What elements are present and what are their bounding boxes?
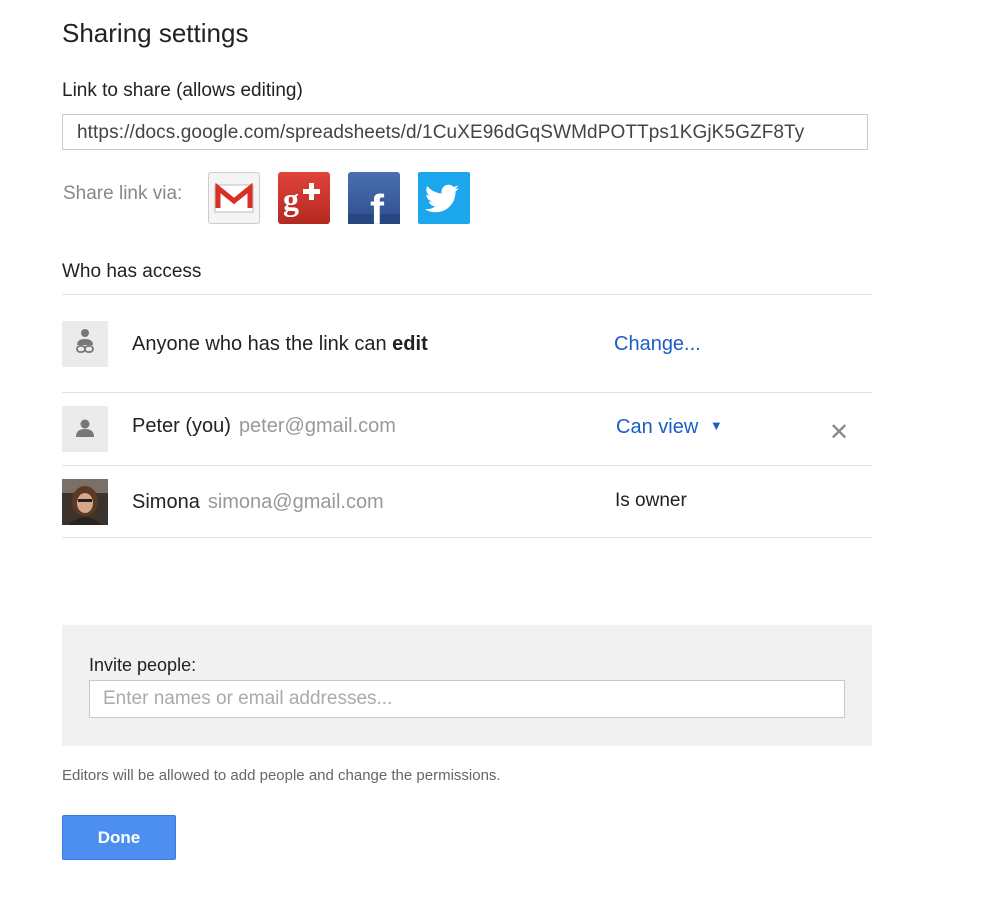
divider xyxy=(62,294,872,295)
remove-person-icon[interactable]: ✕ xyxy=(829,418,849,447)
svg-text:g: g xyxy=(283,181,299,217)
avatar xyxy=(62,479,108,525)
google-plus-icon[interactable]: g xyxy=(278,172,330,224)
owner-label: Is owner xyxy=(615,490,687,511)
permissions-note: Editors will be allowed to add people an… xyxy=(62,767,501,784)
person-email: simona@gmail.com xyxy=(207,491,384,513)
permission-label: Can view xyxy=(616,416,699,438)
permission-dropdown[interactable]: Can view ▼ xyxy=(616,416,723,439)
facebook-icon[interactable]: f xyxy=(348,172,400,233)
share-via-label: Share link via: xyxy=(63,183,183,204)
link-access-text: Anyone who has the link can edit xyxy=(132,333,428,356)
invite-label: Invite people: xyxy=(89,655,197,675)
person-name: Peter (you) xyxy=(132,415,231,437)
person-row-simona: Simona simona@gmail.com xyxy=(132,491,384,514)
caret-down-icon: ▼ xyxy=(709,418,723,433)
gmail-icon[interactable] xyxy=(208,172,260,224)
link-label: Link to share (allows editing) xyxy=(62,80,303,101)
svg-text:f: f xyxy=(370,186,385,224)
person-row-peter: Peter (you) peter@gmail.com xyxy=(132,415,396,438)
done-button[interactable]: Done xyxy=(62,815,176,860)
divider xyxy=(62,392,872,393)
link-access-level: edit xyxy=(392,333,428,355)
change-link-access-button[interactable]: Change... xyxy=(614,333,701,356)
dialog-title: Sharing settings xyxy=(62,18,249,48)
person-avatar-icon xyxy=(62,406,108,452)
divider xyxy=(62,465,872,466)
person-email: peter@gmail.com xyxy=(238,415,396,437)
link-person-icon xyxy=(62,321,108,367)
link-access-prefix: Anyone who has the link can xyxy=(132,333,393,355)
share-link-field[interactable]: https://docs.google.com/spreadsheets/d/1… xyxy=(62,114,868,150)
who-has-access-title: Who has access xyxy=(62,261,202,282)
divider xyxy=(62,537,872,538)
twitter-icon[interactable] xyxy=(418,172,470,224)
person-name: Simona xyxy=(132,491,200,513)
invite-input[interactable] xyxy=(89,680,845,718)
